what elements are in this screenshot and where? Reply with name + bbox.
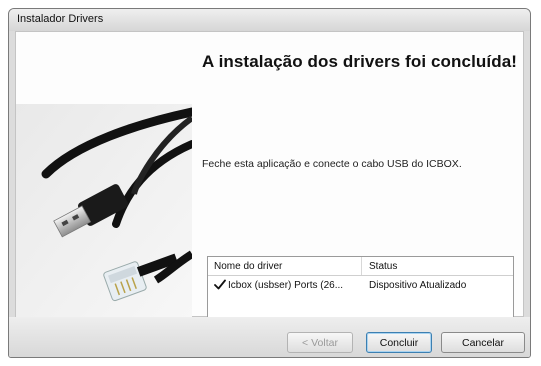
installer-window: Instalador Drivers A instalação dos driv… [8, 8, 531, 358]
page-title: A instalação dos drivers foi concluída! [202, 52, 518, 71]
finish-button[interactable]: Concluir [366, 332, 432, 353]
list-item[interactable]: Icbox (usbser) Ports (26... Dispositivo … [208, 278, 513, 294]
driver-status: Dispositivo Atualizado [369, 280, 467, 291]
column-header-status[interactable]: Status [369, 261, 397, 272]
driver-name: Icbox (usbser) Ports (26... [228, 280, 344, 291]
window-title: Instalador Drivers [17, 13, 104, 25]
title-bar[interactable]: Instalador Drivers [9, 9, 530, 31]
instruction-text: Feche esta aplicação e conecte o cabo US… [202, 158, 462, 170]
content-area: A instalação dos drivers foi concluída! [15, 31, 524, 324]
back-button[interactable]: < Voltar [287, 332, 353, 353]
list-header: Nome do driver Status [208, 257, 513, 276]
cancel-button[interactable]: Cancelar [441, 332, 525, 353]
driver-list[interactable]: Nome do driver Status Icbox (usbser) Por… [207, 256, 514, 324]
checkmark-icon [214, 279, 226, 290]
column-divider[interactable] [361, 257, 362, 275]
column-header-name[interactable]: Nome do driver [214, 261, 282, 272]
usb-cable-illustration [16, 104, 192, 318]
